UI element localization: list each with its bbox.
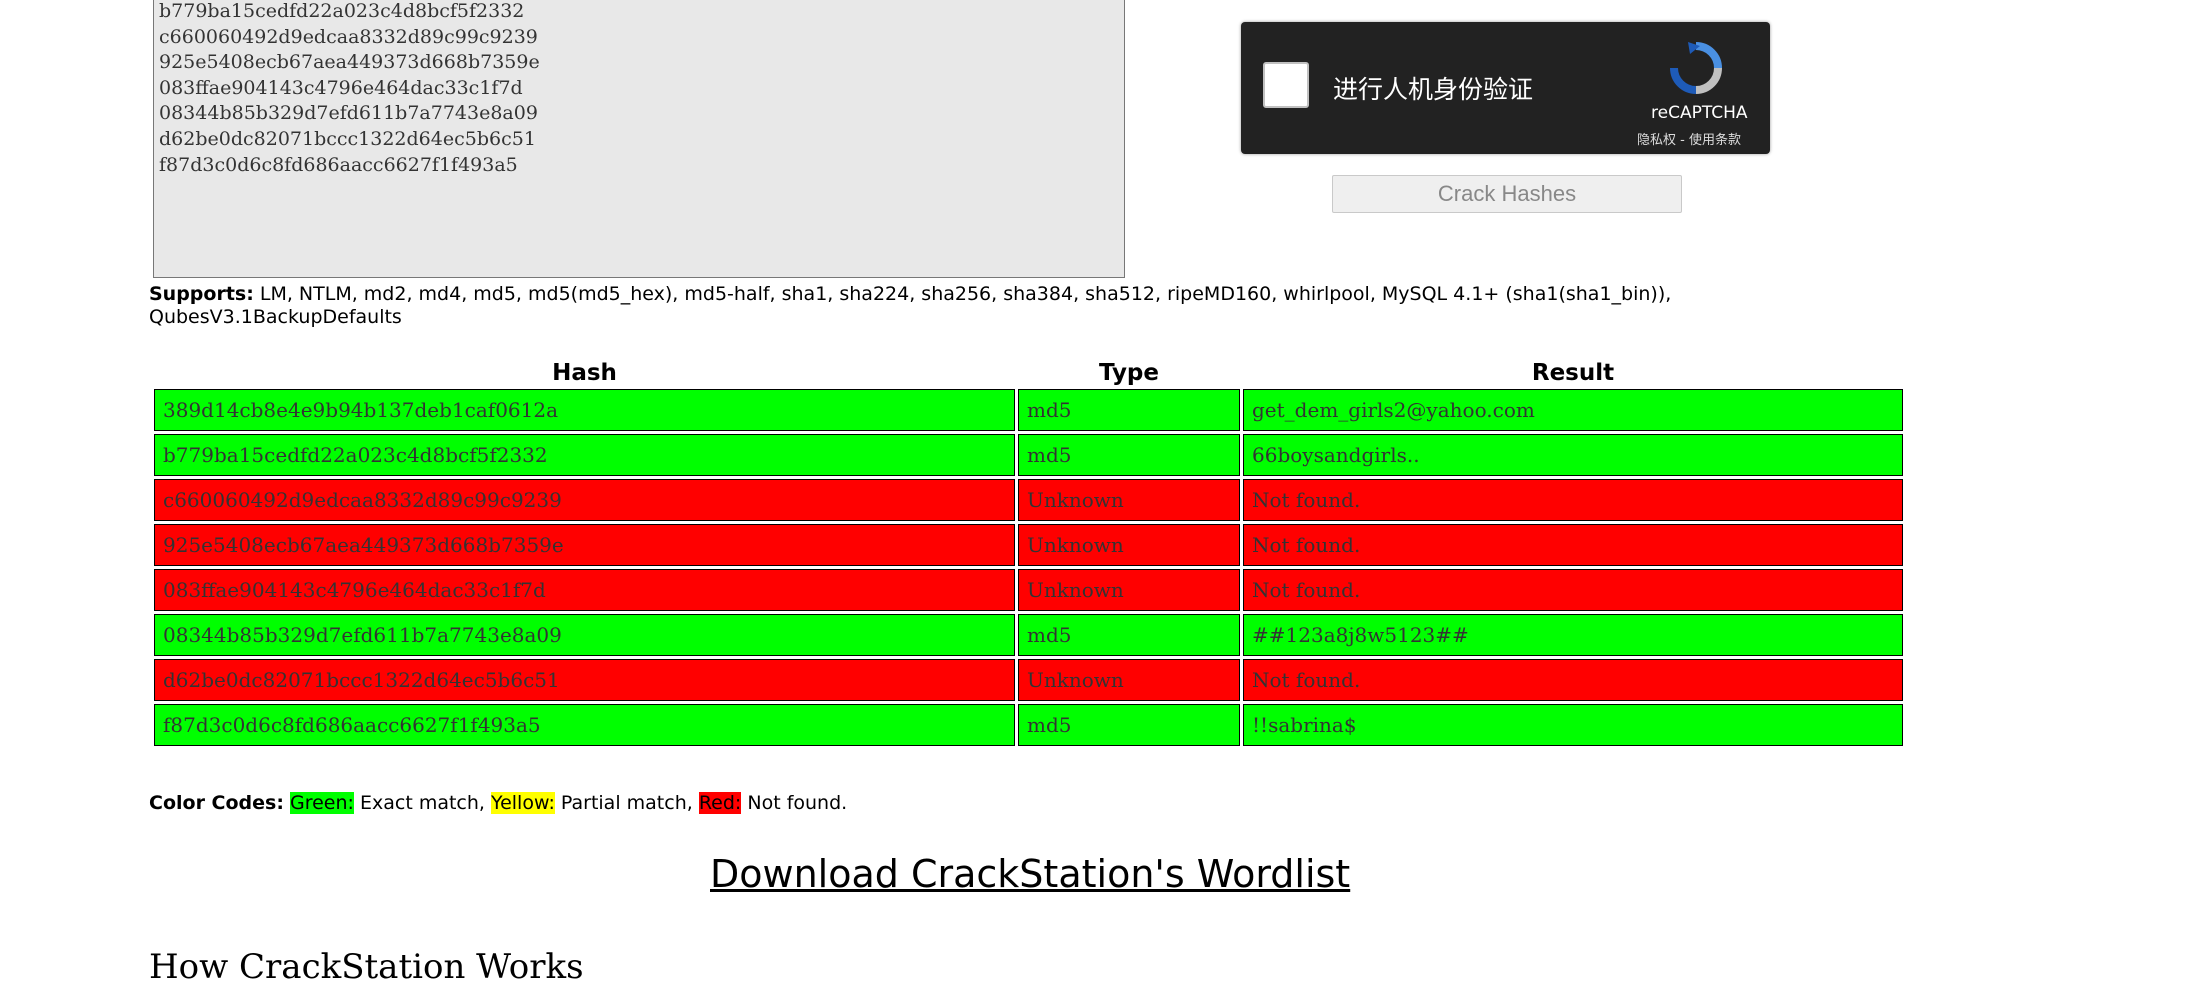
hash-cell: d62be0dc82071bccc1322d64ec5b6c51 [154,659,1015,701]
type-cell: Unknown [1018,659,1240,701]
result-cell: Not found. [1243,659,1903,701]
hash-cell: 925e5408ecb67aea449373d668b7359e [154,524,1015,566]
hash-input-line: d62be0dc82071bccc1322d64ec5b6c51 [159,127,536,150]
yellow-code-desc: Partial match, [554,792,699,814]
hash-column-header: Hash [552,360,617,386]
table-row: b779ba15cedfd22a023c4d8bcf5f2332 md5 66boy… [154,434,1903,476]
hash-input-line: f87d3c0d6c8fd686aacc6627f1f493a5 [159,153,518,176]
color-codes-label: Color Codes: [149,792,284,814]
red-code-desc: Not found. [741,792,848,814]
hash-cell: c660060492d9edcaa8332d89c99c9239 [154,479,1015,521]
hash-input-line: b779ba15cedfd22a023c4d8bcf5f2332 [159,0,525,22]
green-code-desc: Exact match, [353,792,491,814]
hash-cell: b779ba15cedfd22a023c4d8bcf5f2332 [154,434,1015,476]
supports-list: LM, NTLM, md2, md4, md5, md5(md5_hex), m… [149,283,1672,328]
red-code: Red: [698,792,742,814]
recaptcha-privacy-link[interactable]: 隐私权 [1637,133,1676,148]
table-row: 083ffae904143c4796e464dac33c1f7d Unknown N… [154,569,1903,611]
hash-input-line: 925e5408ecb67aea449373d668b7359e [159,51,540,74]
table-row: c660060492d9edcaa8332d89c99c9239 Unknown N… [154,479,1903,521]
table-row: 389d14cb8e4e9b94b137deb1caf0612a md5 get_d… [154,389,1903,431]
type-cell: Unknown [1018,479,1240,521]
color-codes-legend: Color Codes: Green: Exact match, Yellow:… [149,792,847,814]
hash-input-line: 08344b85b329d7efd611b7a7743e8a09 [159,102,538,125]
recaptcha-links: 隐私权 - 使用条款 [1637,129,1741,148]
result-cell: get_dem_girls2@yahoo.com [1243,389,1903,431]
hash-input-line: 083ffae904143c4796e464dac33c1f7d [159,76,523,99]
type-cell: md5 [1018,389,1240,431]
crack-hashes-button[interactable]: Crack Hashes [1332,175,1682,213]
recaptcha-brand: reCAPTCHA [1651,103,1748,123]
download-wordlist-link[interactable]: Download CrackStation's Wordlist [710,852,1350,896]
table-row: 08344b85b329d7efd611b7a7743e8a09 md5 ##123… [154,614,1903,656]
result-cell: Not found. [1243,524,1903,566]
recaptcha-link-separator: - [1676,133,1689,148]
supports-label: Supports: [149,283,254,305]
result-cell: !!sabrina$ [1243,704,1903,746]
type-cell: md5 [1018,434,1240,476]
green-code: Green: [290,792,354,814]
type-cell: Unknown [1018,569,1240,611]
result-cell: Not found. [1243,479,1903,521]
table-row: d62be0dc82071bccc1322d64ec5b6c51 Unknown N… [154,659,1903,701]
recaptcha-widget: 进行人机身份验证 reCAPTCHA 隐私权 - 使用条款 [1241,22,1770,154]
hash-cell: 389d14cb8e4e9b94b137deb1caf0612a [154,389,1015,431]
recaptcha-label: 进行人机身份验证 [1333,75,1534,104]
recaptcha-terms-link[interactable]: 使用条款 [1689,133,1741,148]
hash-cell: 083ffae904143c4796e464dac33c1f7d [154,569,1015,611]
type-column-header: Type [1098,360,1159,386]
how-it-works-heading: How CrackStation Works [149,947,584,987]
hash-input-line: c660060492d9edcaa8332d89c99c9239 [159,25,538,48]
result-cell: 66boysandgirls.. [1243,434,1903,476]
recaptcha-checkbox[interactable] [1263,62,1309,108]
result-column-header: Result [1531,360,1615,386]
type-cell: Unknown [1018,524,1240,566]
table-row: 925e5408ecb67aea449373d668b7359e Unknown N… [154,524,1903,566]
hash-cell: f87d3c0d6c8fd686aacc6627f1f493a5 [154,704,1015,746]
type-cell: md5 [1018,614,1240,656]
yellow-code: Yellow: [491,792,555,814]
table-row: f87d3c0d6c8fd686aacc6627f1f493a5 md5 !!sab… [154,704,1903,746]
result-cell: Not found. [1243,569,1903,611]
results-table: Hash Type Result 389d14cb8e4e9b94b137deb… [151,350,1906,749]
hash-cell: 08344b85b329d7efd611b7a7743e8a09 [154,614,1015,656]
type-cell: md5 [1018,704,1240,746]
supports-text: Supports: LM, NTLM, md2, md4, md5, md5(m… [149,283,1749,329]
hash-input-textarea[interactable]: b779ba15cedfd22a023c4d8bcf5f2332 c6600604… [153,0,1125,278]
result-cell: ##123a8j8w5123## [1243,614,1903,656]
recaptcha-logo-icon [1670,42,1722,94]
